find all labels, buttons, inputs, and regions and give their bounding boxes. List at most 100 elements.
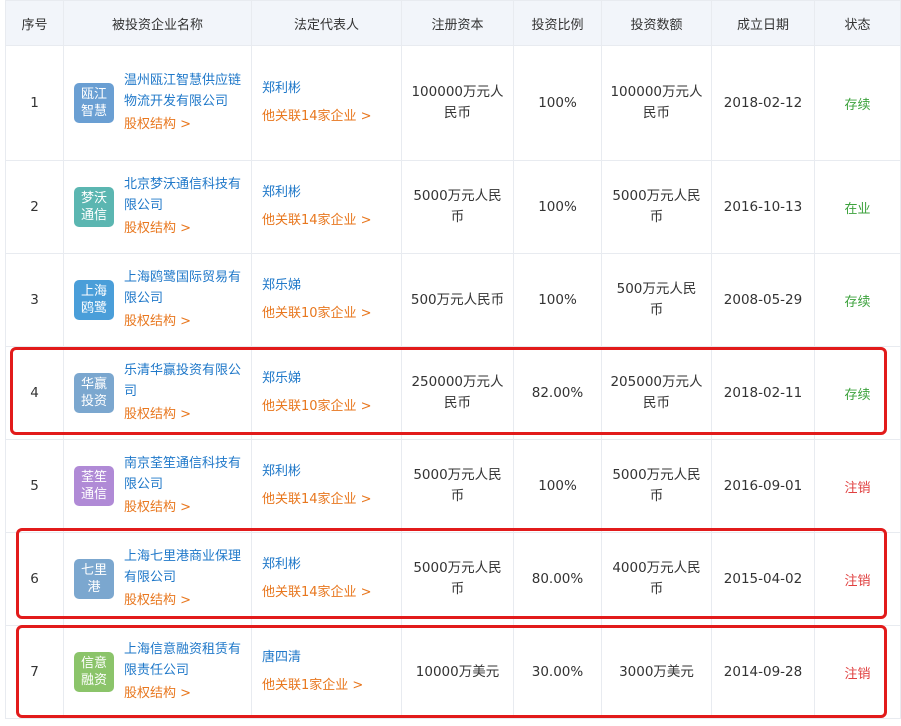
company-logo: 上海 鸥鹭 [74,280,114,320]
investment-ratio-cell: 82.00% [513,346,602,440]
status-badge: 存续 [844,294,871,310]
company-logo: 华赢 投资 [74,373,114,413]
investment-table: 序号 被投资企业名称 法定代表人 注册资本 投资比例 投资数额 成立日期 状态 … [5,0,901,719]
company-logo-text-line1: 上海 [80,284,107,299]
registered-capital-cell: 500万元人民币 [401,253,514,347]
table-row: 4 华赢 投资 乐清华赢投资有限公司 股权结构 > 郑乐娣 他关联10家企业 >… [5,346,901,440]
company-cell: 梦沃 通信 北京梦沃通信科技有限公司 股权结构 > [63,160,252,254]
company-logo-text-line2: 鸥鹭 [80,301,107,316]
company-logo-text-line1: 荃笙 [80,470,107,485]
related-companies-link[interactable]: 他关联10家企业 > [262,303,401,325]
related-companies-link[interactable]: 他关联1家企业 > [262,675,401,697]
legal-rep-cell: 郑利彬 他关联14家企业 > [251,532,402,626]
table-header-row: 序号 被投资企业名称 法定代表人 注册资本 投资比例 投资数额 成立日期 状态 [5,0,901,46]
related-companies-link[interactable]: 他关联10家企业 > [262,396,401,418]
registered-capital-cell: 10000万美元 [401,625,514,719]
related-companies-link[interactable]: 他关联14家企业 > [262,210,401,232]
founded-date-cell: 2015-04-02 [711,532,815,626]
status-badge: 存续 [844,387,871,403]
header-investment-ratio: 投资比例 [513,0,602,46]
company-name-link[interactable]: 北京梦沃通信科技有限公司 [124,174,245,216]
equity-structure-link[interactable]: 股权结构 > [124,114,245,136]
company-logo-text-line1: 华赢 [80,377,107,392]
status-badge: 在业 [844,201,871,217]
company-name-link[interactable]: 温州瓯江智慧供应链物流开发有限公司 [124,70,245,112]
related-companies-link[interactable]: 他关联14家企业 > [262,106,401,128]
company-logo: 信意 融资 [74,652,114,692]
legal-rep-link[interactable]: 郑利彬 [262,554,401,576]
company-cell: 瓯江 智慧 温州瓯江智慧供应链物流开发有限公司 股权结构 > [63,45,252,161]
founded-date-cell: 2018-02-12 [711,45,815,161]
equity-structure-link[interactable]: 股权结构 > [124,218,245,240]
legal-rep-link[interactable]: 唐四清 [262,647,401,669]
company-logo-text-line2: 通信 [80,208,107,223]
legal-rep-cell: 郑利彬 他关联14家企业 > [251,160,402,254]
investment-amount-cell: 5000万元人民币 [601,439,712,533]
equity-structure-link[interactable]: 股权结构 > [124,404,245,426]
status-cell: 注销 [814,439,901,533]
status-cell: 存续 [814,45,901,161]
investment-amount-cell: 500万元人民币 [601,253,712,347]
status-cell: 存续 [814,346,901,440]
equity-structure-link[interactable]: 股权结构 > [124,683,245,705]
company-cell: 荃笙 通信 南京荃笙通信科技有限公司 股权结构 > [63,439,252,533]
company-name-link[interactable]: 乐清华赢投资有限公司 [124,360,245,402]
table-row: 5 荃笙 通信 南京荃笙通信科技有限公司 股权结构 > 郑利彬 他关联14家企业… [5,439,901,533]
related-companies-link[interactable]: 他关联14家企业 > [262,489,401,511]
row-index: 2 [5,160,64,254]
legal-rep-cell: 郑乐娣 他关联10家企业 > [251,346,402,440]
founded-date-cell: 2016-10-13 [711,160,815,254]
header-status: 状态 [814,0,901,46]
company-cell: 七里 港 上海七里港商业保理有限公司 股权结构 > [63,532,252,626]
legal-rep-link[interactable]: 郑利彬 [262,78,401,100]
company-logo-text-line2: 融资 [80,673,107,688]
investment-amount-cell: 3000万美元 [601,625,712,719]
company-name-link[interactable]: 南京荃笙通信科技有限公司 [124,453,245,495]
company-logo: 七里 港 [74,559,114,599]
founded-date-cell: 2018-02-11 [711,346,815,440]
legal-rep-cell: 唐四清 他关联1家企业 > [251,625,402,719]
legal-rep-link[interactable]: 郑利彬 [262,461,401,483]
company-logo-text-line2: 投资 [80,394,107,409]
header-founded-date: 成立日期 [711,0,815,46]
status-badge: 存续 [844,97,871,113]
legal-rep-cell: 郑利彬 他关联14家企业 > [251,439,402,533]
status-cell: 存续 [814,253,901,347]
company-logo: 荃笙 通信 [74,466,114,506]
legal-rep-link[interactable]: 郑乐娣 [262,275,401,297]
equity-structure-link[interactable]: 股权结构 > [124,497,245,519]
registered-capital-cell: 250000万元人民币 [401,346,514,440]
header-registered-capital: 注册资本 [401,0,514,46]
investment-ratio-cell: 30.00% [513,625,602,719]
investment-ratio-cell: 100% [513,253,602,347]
company-name-link[interactable]: 上海七里港商业保理有限公司 [124,546,245,588]
status-cell: 在业 [814,160,901,254]
company-name-link[interactable]: 上海信意融资租赁有限责任公司 [124,639,245,681]
registered-capital-cell: 5000万元人民币 [401,160,514,254]
legal-rep-link[interactable]: 郑利彬 [262,182,401,204]
registered-capital-cell: 5000万元人民币 [401,532,514,626]
equity-structure-link[interactable]: 股权结构 > [124,590,245,612]
header-index: 序号 [5,0,64,46]
company-cell: 信意 融资 上海信意融资租赁有限责任公司 股权结构 > [63,625,252,719]
investment-amount-cell: 100000万元人民币 [601,45,712,161]
legal-rep-cell: 郑乐娣 他关联10家企业 > [251,253,402,347]
row-index: 1 [5,45,64,161]
equity-structure-link[interactable]: 股权结构 > [124,311,245,333]
company-name-link[interactable]: 上海鸥鹭国际贸易有限公司 [124,267,245,309]
company-logo-text-line1: 七里 [80,563,107,578]
table-row: 6 七里 港 上海七里港商业保理有限公司 股权结构 > 郑利彬 他关联14家企业… [5,532,901,626]
company-logo: 瓯江 智慧 [74,83,114,123]
row-index: 6 [5,532,64,626]
row-index: 4 [5,346,64,440]
company-logo-text-line1: 瓯江 [80,87,107,102]
related-companies-link[interactable]: 他关联14家企业 > [262,582,401,604]
founded-date-cell: 2014-09-28 [711,625,815,719]
status-badge: 注销 [844,480,871,496]
company-logo-text-line2: 通信 [80,487,107,502]
investment-ratio-cell: 100% [513,45,602,161]
legal-rep-link[interactable]: 郑乐娣 [262,368,401,390]
status-badge: 注销 [844,666,871,682]
table-row: 1 瓯江 智慧 温州瓯江智慧供应链物流开发有限公司 股权结构 > 郑利彬 他关联… [5,45,901,161]
founded-date-cell: 2016-09-01 [711,439,815,533]
